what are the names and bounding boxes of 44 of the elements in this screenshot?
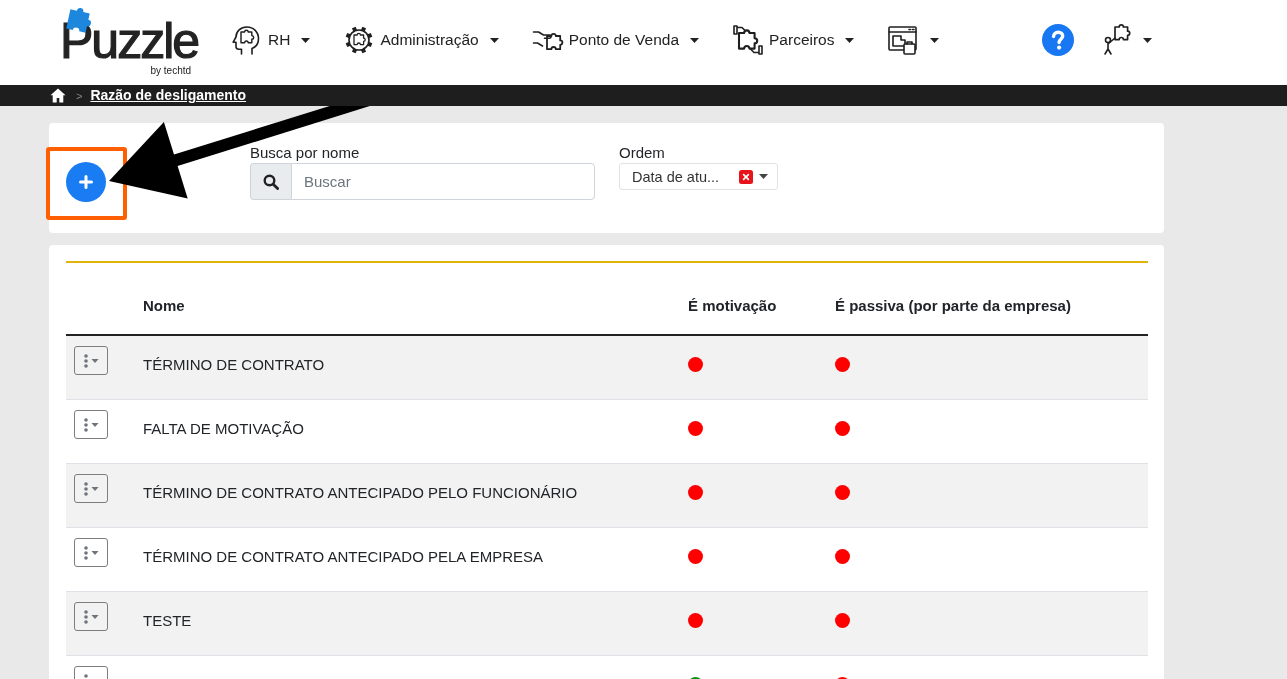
field-label: Busca por nome: [250, 144, 360, 162]
column-header: Nome: [142, 297, 185, 316]
logo-tagline: by techtd: [150, 65, 192, 76]
help-icon[interactable]: [1042, 24, 1074, 56]
caret-icon: [759, 174, 768, 179]
caret-icon: [90, 486, 99, 491]
column-header: É passiva (por parte da empresa): [834, 297, 1071, 316]
table-cell: TESTE: [143, 612, 192, 629]
nav-menu-button[interactable]: Administração: [343, 24, 499, 56]
nav-menu-button[interactable]: [887, 24, 940, 56]
row-actions-button[interactable]: [74, 410, 108, 439]
puzzle-hands-icon: [732, 24, 764, 56]
column-header: É motivação: [687, 297, 777, 316]
table-cell: TÉRMINO DE CONTRATO ANTECIPADO PELO FUNCIONÁRIO: [143, 484, 578, 501]
nav-menu-button[interactable]: RH: [231, 24, 311, 56]
clear-icon[interactable]: [739, 169, 753, 184]
caret-icon: [90, 550, 99, 555]
table-cell: TÉRMINO DE CONTRATO: [143, 356, 325, 373]
vertical-dots-icon: [83, 353, 88, 368]
add-button[interactable]: [66, 162, 106, 202]
nav-menu-button[interactable]: Ponto de Venda: [531, 24, 699, 56]
row-actions-button[interactable]: [74, 474, 108, 503]
order-select[interactable]: Data de atu...: [619, 163, 778, 190]
breadcrumb-separator: >: [76, 88, 83, 103]
caret-icon: [90, 422, 99, 427]
vertical-dots-icon: [83, 545, 88, 560]
plus-icon: [79, 175, 93, 189]
row-actions-button[interactable]: [74, 346, 108, 375]
row-actions-button[interactable]: [74, 602, 108, 631]
search-field[interactable]: Buscar: [291, 163, 595, 200]
vertical-dots-icon: [83, 481, 88, 496]
breadcrumb-link[interactable]: Razão de desligamento: [90, 87, 247, 104]
nav-menu-button[interactable]: Parceiros: [732, 24, 855, 56]
search-icon: [263, 173, 279, 190]
browser-window-icon: [887, 24, 920, 56]
table-cell: FALTA DE MOTIVAÇÃO: [143, 420, 304, 437]
vertical-dots-icon: [83, 609, 88, 624]
home-icon[interactable]: [50, 88, 66, 103]
caret-icon: [90, 614, 99, 619]
table-cell: TÉRMINO DE CONTRATO ANTECIPADO PELA EMPRESA: [143, 548, 544, 565]
row-actions-button[interactable]: [74, 538, 108, 567]
field-label: Ordem: [619, 144, 665, 162]
caret-icon: [90, 358, 99, 363]
vertical-dots-icon: [83, 417, 88, 432]
